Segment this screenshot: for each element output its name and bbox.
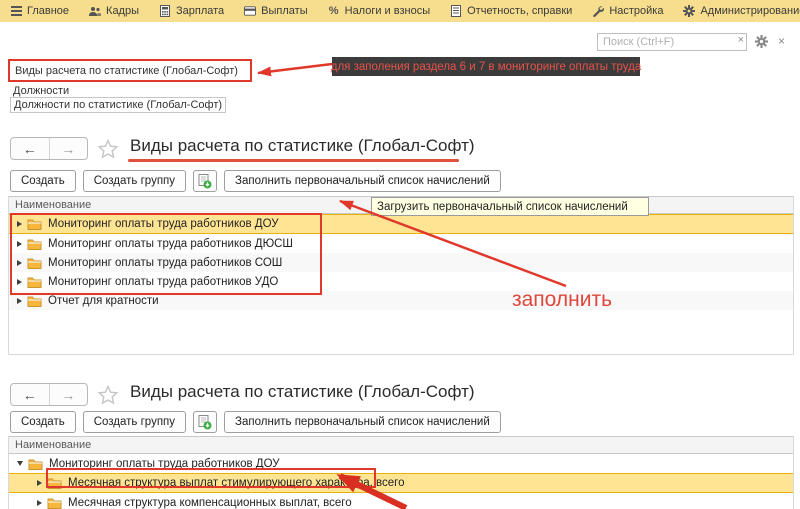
forward-button[interactable]: →: [50, 138, 88, 159]
create-button[interactable]: Создать: [10, 170, 76, 192]
menu-label: Отчетность, справки: [467, 5, 572, 17]
expand-icon[interactable]: [17, 279, 22, 285]
row-label: Мониторинг оплаты труда работников ДЮСШ: [48, 238, 293, 250]
row-label: Отчет для кратности: [48, 295, 159, 307]
table-row[interactable]: Месячная структура выплат стимулирующего…: [9, 473, 793, 493]
history-nav-buttons: ← →: [10, 137, 88, 160]
table-row[interactable]: Мониторинг оплаты труда работников УДО: [9, 272, 793, 291]
back-button[interactable]: ←: [11, 384, 50, 405]
link-positions[interactable]: Должности: [13, 85, 69, 97]
copy-document-icon-button[interactable]: [193, 411, 217, 433]
row-label: Месячная структура выплат стимулирующего…: [68, 477, 405, 489]
table-row[interactable]: Мониторинг оплаты труда работников ДОУ: [9, 454, 793, 473]
fill-initial-list-button[interactable]: Заполнить первоначальный список начислен…: [224, 170, 501, 192]
expand-icon[interactable]: [17, 298, 22, 304]
annotation-fill-label: заполнить: [512, 288, 612, 312]
table-header[interactable]: Наименование: [9, 436, 793, 454]
row-label: Мониторинг оплаты труда работников ДОУ: [49, 458, 280, 470]
menu-label: Администрирование: [700, 5, 800, 17]
favorite-star-icon[interactable]: [96, 137, 120, 161]
folder-icon: [47, 497, 62, 509]
create-group-button[interactable]: Создать группу: [83, 170, 186, 192]
card-icon: [244, 5, 256, 17]
button-tooltip: Загрузить первоначальный список начислен…: [371, 197, 649, 216]
folder-icon: [27, 257, 42, 269]
annotation-title-underline: [128, 159, 459, 162]
wrench-icon: [592, 5, 604, 17]
people-icon: [89, 5, 101, 17]
back-button[interactable]: ←: [11, 138, 50, 159]
menu-item-settings[interactable]: Настройка: [582, 0, 673, 22]
menu-item-main[interactable]: Главное: [0, 0, 79, 22]
page-title: Виды расчета по статистике (Глобал-Софт): [130, 136, 475, 156]
clear-search-icon[interactable]: ×: [738, 34, 744, 46]
copy-document-icon-button[interactable]: [193, 170, 217, 192]
gear-icon: [683, 5, 695, 17]
percent-icon: %: [328, 5, 340, 17]
row-label: Мониторинг оплаты труда работников УДО: [48, 276, 278, 288]
link-calc-types-statistics[interactable]: Виды расчета по статистике (Глобал-Софт): [15, 65, 238, 77]
expand-icon[interactable]: [17, 241, 22, 247]
menu-item-salary[interactable]: Зарплата: [149, 0, 234, 22]
create-group-button[interactable]: Создать группу: [83, 411, 186, 433]
report-icon: [450, 5, 462, 17]
table-row[interactable]: Мониторинг оплаты труда работников СОШ: [9, 253, 793, 272]
row-label: Мониторинг оплаты труда работников ДОУ: [48, 218, 279, 230]
annotation-dark-tooltip: для заполения раздела 6 и 7 в мониторинг…: [332, 57, 640, 76]
fill-initial-list-button[interactable]: Заполнить первоначальный список начислен…: [224, 411, 501, 433]
favorite-star-icon[interactable]: [96, 383, 120, 407]
create-button[interactable]: Создать: [10, 411, 76, 433]
calculator-icon: [159, 5, 171, 17]
expand-icon[interactable]: [17, 221, 22, 227]
folder-icon: [27, 238, 42, 250]
menu-label: Налоги и взносы: [345, 5, 431, 17]
expand-icon[interactable]: [37, 500, 42, 506]
collapse-icon[interactable]: [17, 461, 23, 466]
folder-icon: [47, 477, 62, 489]
table-row[interactable]: Мониторинг оплаты труда работников ДЮСШ: [9, 234, 793, 253]
hamburger-icon: [10, 5, 22, 17]
table-row[interactable]: Мониторинг оплаты труда работников ДОУ: [9, 214, 793, 234]
annotation-arrow-navlink: [258, 64, 332, 73]
menu-item-admin[interactable]: Администрирование: [673, 0, 800, 22]
table-row[interactable]: Отчет для кратности: [9, 291, 793, 310]
top-menubar: Главное Кадры Зарплата Выплаты % Налоги …: [0, 0, 800, 22]
app-window: Главное Кадры Зарплата Выплаты % Налоги …: [0, 0, 800, 509]
search-box: ×: [597, 32, 747, 50]
menu-item-hr[interactable]: Кадры: [79, 0, 149, 22]
menu-item-taxes[interactable]: % Налоги и взносы: [318, 0, 441, 22]
page-title: Виды расчета по статистике (Глобал-Софт): [130, 382, 475, 402]
expand-icon[interactable]: [17, 260, 22, 266]
folder-icon: [27, 295, 42, 307]
toolbar-panel1: Создать Создать группу Заполнить первона…: [10, 170, 501, 192]
link-positions-statistics[interactable]: Должности по статистике (Глобал-Софт): [10, 97, 226, 113]
search-input[interactable]: [597, 33, 747, 51]
table-row[interactable]: Месячная структура компенсационных выпла…: [9, 493, 793, 509]
folder-icon: [27, 276, 42, 288]
history-nav-buttons: ← →: [10, 383, 88, 406]
expand-icon[interactable]: [37, 480, 42, 486]
forward-button[interactable]: →: [50, 384, 88, 405]
row-label: Мониторинг оплаты труда работников СОШ: [48, 257, 282, 269]
close-search-icon[interactable]: ×: [778, 34, 785, 48]
calc-types-table-1: Наименование Мониторинг оплаты труда раб…: [8, 196, 794, 355]
menu-item-reports[interactable]: Отчетность, справки: [440, 0, 582, 22]
menu-label: Кадры: [106, 5, 139, 17]
menu-item-payments[interactable]: Выплаты: [234, 0, 317, 22]
search-settings-gear-icon[interactable]: [755, 35, 768, 48]
menu-label: Главное: [27, 5, 69, 17]
annotation-red-box-navlink: Виды расчета по статистике (Глобал-Софт): [8, 59, 252, 82]
folder-icon: [27, 218, 42, 230]
menu-label: Настройка: [609, 5, 663, 17]
folder-icon: [28, 458, 43, 470]
menu-label: Зарплата: [176, 5, 224, 17]
row-label: Месячная структура компенсационных выпла…: [68, 497, 352, 509]
search-area: × ×: [597, 32, 793, 50]
toolbar-panel2: Создать Создать группу Заполнить первона…: [10, 411, 501, 433]
menu-label: Выплаты: [261, 5, 307, 17]
calc-types-table-2: Наименование Мониторинг оплаты труда раб…: [8, 436, 794, 509]
